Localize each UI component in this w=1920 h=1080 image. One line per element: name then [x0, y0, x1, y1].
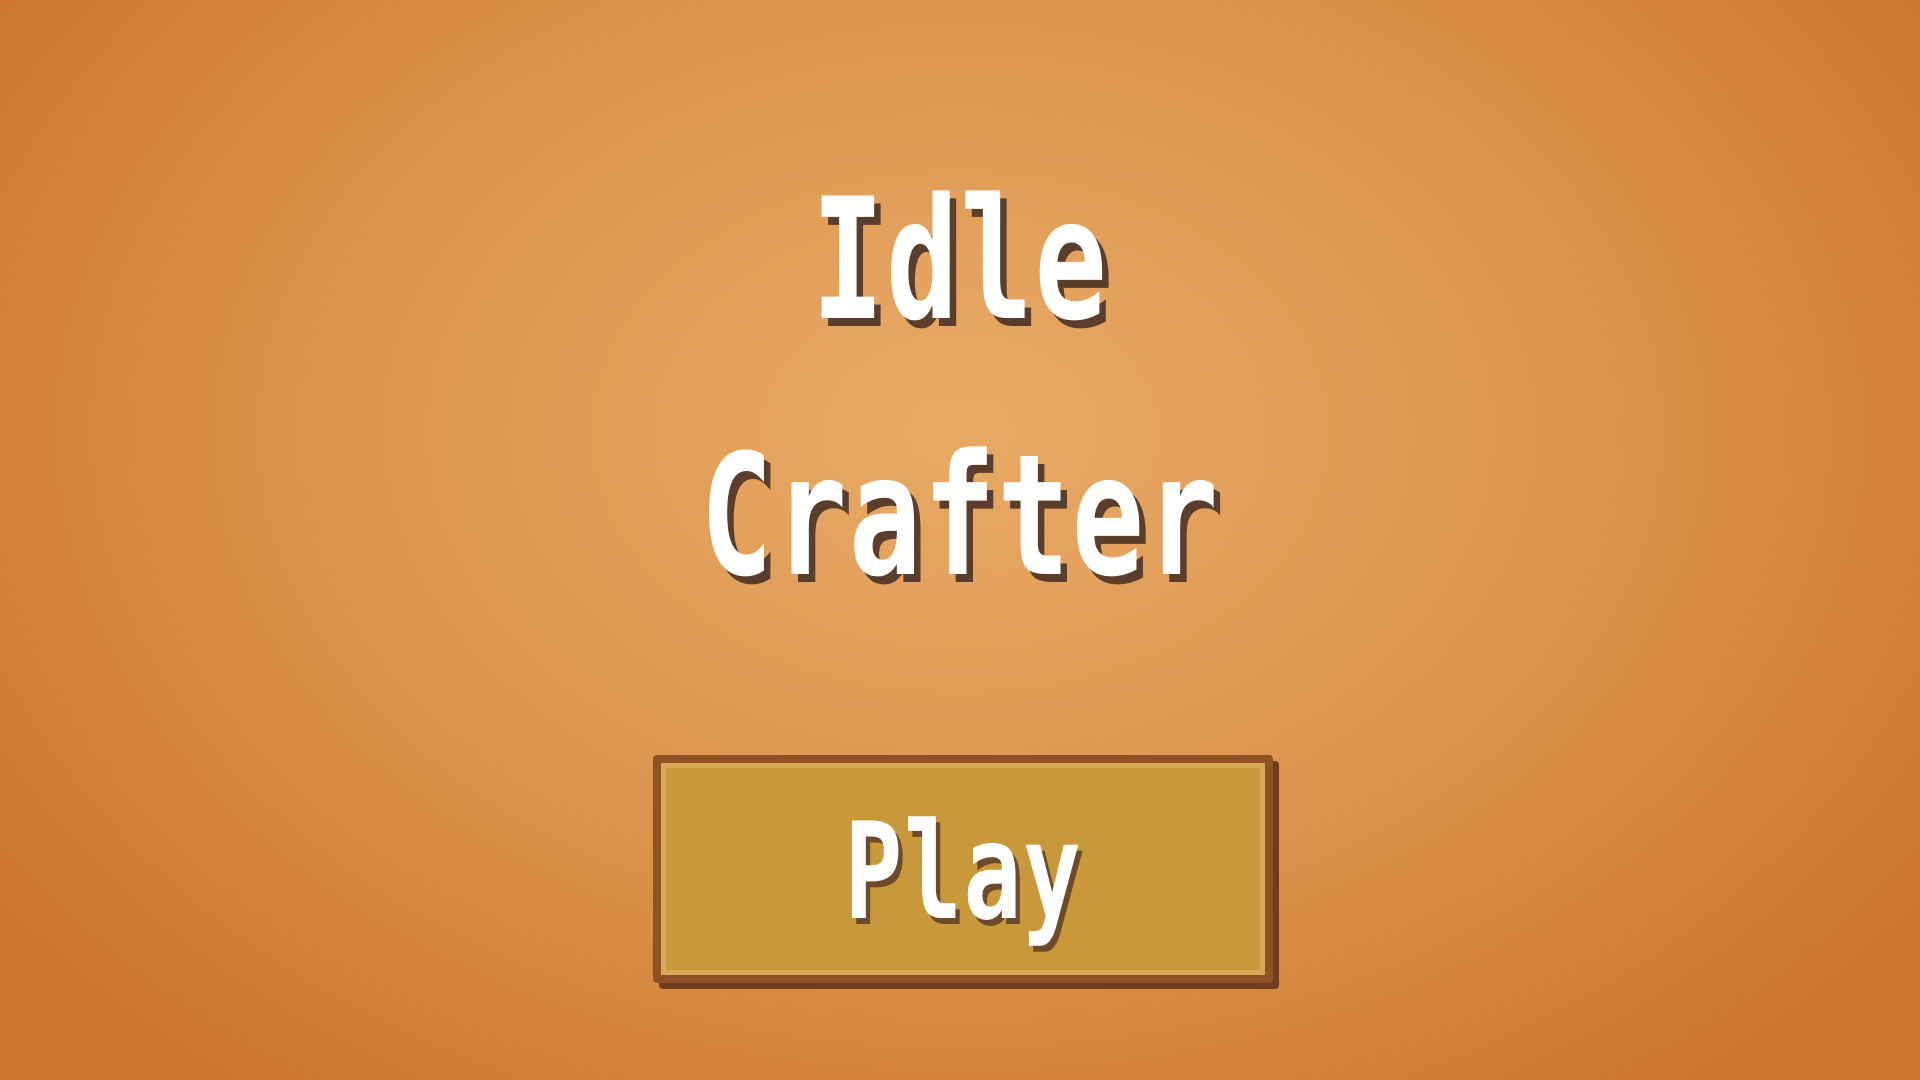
- play-button-container: Play: [653, 755, 1281, 990]
- title-screen: Idle Crafter Play: [0, 0, 1920, 1080]
- game-title-line-1: Idle: [811, 162, 1109, 358]
- play-button[interactable]: Play: [653, 755, 1273, 983]
- play-button-label: Play: [843, 794, 1083, 950]
- game-title-line-2: Crafter: [700, 418, 1220, 614]
